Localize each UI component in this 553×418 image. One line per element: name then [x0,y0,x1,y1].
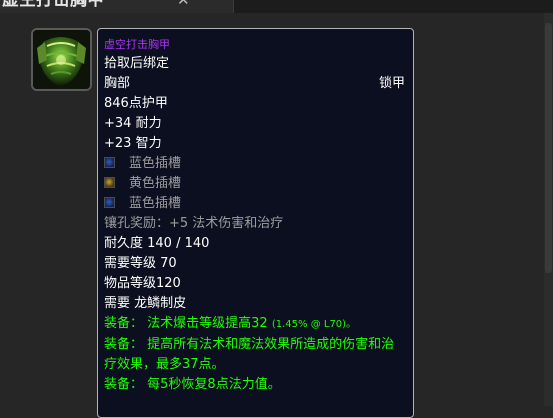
item-armor: 846点护甲 [104,96,168,111]
item-stat: +34 耐力 [104,116,162,131]
item-slot: 胸部 [104,76,131,91]
scrollbar-thumb[interactable] [545,23,552,273]
item-name: 虚空打击胸甲 [104,38,170,51]
item-level: 物品等级120 [104,276,181,291]
scrollbar[interactable] [544,13,553,406]
item-slot-row: 胸部 锁甲 [104,74,407,94]
item-armor-type: 锁甲 [378,76,405,91]
equip-text: 每5秒恢复8点法力值。 [147,377,281,392]
equip-note: (1.45% @ L70)。 [271,319,357,330]
item-binding: 拾取后绑定 [104,56,170,71]
equip-text: 法术爆击等级提高32 [147,316,268,331]
socket-bonus: 镶孔奖励：+5 法术伤害和治疗 [104,216,284,231]
socket-label: 蓝色插槽 [129,196,182,211]
item-tooltip: 虚空打击胸甲 拾取后绑定 胸部 锁甲 846点护甲 +34 耐力 +23 智力 … [97,28,414,418]
equip-prefix: 装备： [104,337,144,352]
tab-title: 虚空打击胸甲 [2,0,104,10]
socket-row: 蓝色插槽 [104,154,407,174]
mail-chest-armor-icon [33,30,90,89]
yellow-socket-icon [104,177,115,188]
blue-socket-icon [104,197,115,208]
item-profession-requirement: 需要 龙鳞制皮 [104,296,187,311]
close-icon[interactable]: ✕ [177,0,190,9]
item-stat: +23 智力 [104,136,162,151]
item-durability: 耐久度 140 / 140 [104,236,210,251]
socket-row: 蓝色插槽 [104,194,407,214]
equip-prefix: 装备： [104,316,144,331]
tab-bar: 虚空打击胸甲 ✕ [0,0,553,13]
tab-item-page[interactable]: 虚空打击胸甲 ✕ [0,0,234,13]
item-required-level: 需要等级 70 [104,256,177,271]
item-icon-frame[interactable] [31,28,92,91]
socket-row: 黄色插槽 [104,174,407,194]
socket-label: 黄色插槽 [129,176,182,191]
socket-label: 蓝色插槽 [129,156,182,171]
equip-effect: 装备： 提高所有法术和魔法效果所造成的伤害和治疗效果，最多37点。 [104,335,407,375]
equip-effect: 装备： 每5秒恢复8点法力值。 [104,375,407,395]
equip-text: 提高所有法术和魔法效果所造成的伤害和治疗效果，最多37点。 [104,337,395,372]
blue-socket-icon [104,157,115,168]
equip-prefix: 装备： [104,377,144,392]
equip-effect: 装备： 法术爆击等级提高32 (1.45% @ L70)。 [104,314,407,335]
